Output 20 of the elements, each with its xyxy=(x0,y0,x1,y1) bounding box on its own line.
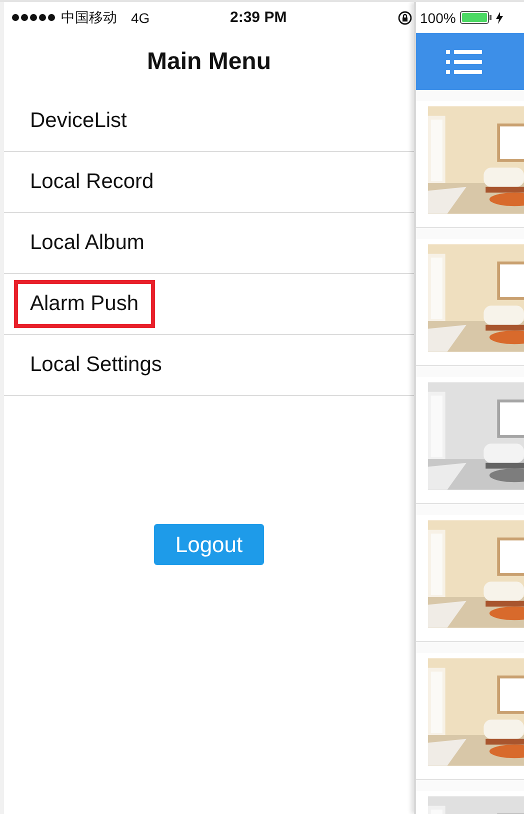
menu-item[interactable]: DeviceList xyxy=(14,97,143,145)
thumbnail-card[interactable] xyxy=(416,101,524,228)
battery-icon xyxy=(460,11,492,24)
menu-icon[interactable] xyxy=(446,48,482,74)
charging-icon xyxy=(496,12,503,24)
network-type: 4G xyxy=(131,10,150,26)
battery-percent: 100% xyxy=(420,10,456,26)
signal-icon xyxy=(12,14,55,21)
menu-item[interactable]: Local Album xyxy=(14,219,160,267)
status-time: 2:39 PM xyxy=(230,9,287,26)
menu-item[interactable]: Local Record xyxy=(14,158,170,206)
menu-title: Main Menu xyxy=(147,48,271,76)
carrier-name: 中国移动 xyxy=(61,8,117,26)
thumbnail-card[interactable] xyxy=(416,239,524,366)
thumbnail-card[interactable] xyxy=(416,515,524,642)
rotation-lock-icon xyxy=(398,10,412,24)
menu-item[interactable]: Local Settings xyxy=(14,341,178,389)
thumbnail-card[interactable] xyxy=(416,377,524,504)
thumbnail-card[interactable] xyxy=(416,653,524,780)
menu-item[interactable]: Alarm Push xyxy=(14,280,155,328)
